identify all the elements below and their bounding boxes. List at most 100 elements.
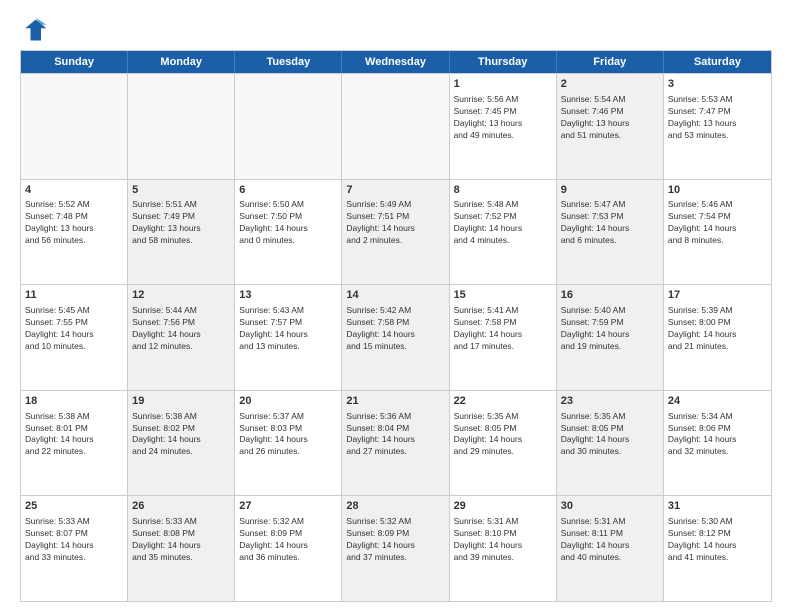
day-info: Sunrise: 5:44 AM Sunset: 7:56 PM Dayligh… (132, 305, 230, 353)
day-info: Sunrise: 5:32 AM Sunset: 8:09 PM Dayligh… (239, 516, 337, 564)
calendar-cell-21: 21 Sunrise: 5:36 AM Sunset: 8:04 PM Dayli… (342, 391, 449, 496)
calendar-header: SundayMondayTuesdayWednesdayThursdayFrid… (21, 51, 771, 73)
day-info: Sunrise: 5:49 AM Sunset: 7:51 PM Dayligh… (346, 199, 444, 247)
calendar-cell-24: 24 Sunrise: 5:34 AM Sunset: 8:06 PM Dayli… (664, 391, 771, 496)
calendar-cell-11: 11 Sunrise: 5:45 AM Sunset: 7:55 PM Dayli… (21, 285, 128, 390)
day-number: 10 (668, 183, 767, 198)
calendar-cell-30: 30 Sunrise: 5:31 AM Sunset: 8:11 PM Dayli… (557, 496, 664, 601)
day-number: 28 (346, 499, 444, 514)
day-number: 1 (454, 77, 552, 92)
calendar-cell-7: 7Sunrise: 5:49 AM Sunset: 7:51 PM Daylig… (342, 180, 449, 285)
day-number: 26 (132, 499, 230, 514)
day-info: Sunrise: 5:56 AM Sunset: 7:45 PM Dayligh… (454, 94, 552, 142)
calendar-cell-1: 1 Sunrise: 5:56 AM Sunset: 7:45 PM Daylig… (450, 74, 557, 179)
calendar-cell-empty-0-3 (342, 74, 449, 179)
weekday-header-friday: Friday (557, 51, 664, 73)
day-info: Sunrise: 5:53 AM Sunset: 7:47 PM Dayligh… (668, 94, 767, 142)
weekday-header-saturday: Saturday (664, 51, 771, 73)
day-info: Sunrise: 5:54 AM Sunset: 7:46 PM Dayligh… (561, 94, 659, 142)
day-number: 8 (454, 183, 552, 198)
day-info: Sunrise: 5:37 AM Sunset: 8:03 PM Dayligh… (239, 411, 337, 459)
calendar-row-2: 11 Sunrise: 5:45 AM Sunset: 7:55 PM Dayli… (21, 284, 771, 390)
day-number: 18 (25, 394, 123, 409)
day-number: 12 (132, 288, 230, 303)
calendar-cell-8: 8Sunrise: 5:48 AM Sunset: 7:52 PM Daylig… (450, 180, 557, 285)
calendar-cell-empty-0-2 (235, 74, 342, 179)
day-number: 25 (25, 499, 123, 514)
logo (20, 16, 52, 44)
day-info: Sunrise: 5:40 AM Sunset: 7:59 PM Dayligh… (561, 305, 659, 353)
calendar-cell-28: 28Sunrise: 5:32 AM Sunset: 8:09 PM Dayli… (342, 496, 449, 601)
day-number: 23 (561, 394, 659, 409)
day-info: Sunrise: 5:50 AM Sunset: 7:50 PM Dayligh… (239, 199, 337, 247)
calendar-cell-12: 12 Sunrise: 5:44 AM Sunset: 7:56 PM Dayli… (128, 285, 235, 390)
calendar-cell-22: 22 Sunrise: 5:35 AM Sunset: 8:05 PM Dayli… (450, 391, 557, 496)
day-number: 22 (454, 394, 552, 409)
day-number: 19 (132, 394, 230, 409)
day-number: 29 (454, 499, 552, 514)
calendar-cell-18: 18 Sunrise: 5:38 AM Sunset: 8:01 PM Dayli… (21, 391, 128, 496)
calendar-cell-6: 6Sunrise: 5:50 AM Sunset: 7:50 PM Daylig… (235, 180, 342, 285)
day-info: Sunrise: 5:39 AM Sunset: 8:00 PM Dayligh… (668, 305, 767, 353)
day-info: Sunrise: 5:33 AM Sunset: 8:08 PM Dayligh… (132, 516, 230, 564)
calendar-cell-14: 14 Sunrise: 5:42 AM Sunset: 7:58 PM Dayli… (342, 285, 449, 390)
day-number: 30 (561, 499, 659, 514)
calendar-cell-27: 27 Sunrise: 5:32 AM Sunset: 8:09 PM Dayli… (235, 496, 342, 601)
day-info: Sunrise: 5:38 AM Sunset: 8:01 PM Dayligh… (25, 411, 123, 459)
day-number: 6 (239, 183, 337, 198)
day-info: Sunrise: 5:42 AM Sunset: 7:58 PM Dayligh… (346, 305, 444, 353)
calendar-cell-23: 23Sunrise: 5:35 AM Sunset: 8:05 PM Dayli… (557, 391, 664, 496)
calendar-cell-16: 16 Sunrise: 5:40 AM Sunset: 7:59 PM Dayli… (557, 285, 664, 390)
day-number: 20 (239, 394, 337, 409)
day-info: Sunrise: 5:43 AM Sunset: 7:57 PM Dayligh… (239, 305, 337, 353)
calendar-cell-empty-0-1 (128, 74, 235, 179)
day-info: Sunrise: 5:51 AM Sunset: 7:49 PM Dayligh… (132, 199, 230, 247)
day-number: 21 (346, 394, 444, 409)
day-info: Sunrise: 5:34 AM Sunset: 8:06 PM Dayligh… (668, 411, 767, 459)
weekday-header-wednesday: Wednesday (342, 51, 449, 73)
day-number: 7 (346, 183, 444, 198)
day-info: Sunrise: 5:46 AM Sunset: 7:54 PM Dayligh… (668, 199, 767, 247)
day-info: Sunrise: 5:45 AM Sunset: 7:55 PM Dayligh… (25, 305, 123, 353)
weekday-header-tuesday: Tuesday (235, 51, 342, 73)
calendar-cell-17: 17Sunrise: 5:39 AM Sunset: 8:00 PM Dayli… (664, 285, 771, 390)
day-info: Sunrise: 5:35 AM Sunset: 8:05 PM Dayligh… (454, 411, 552, 459)
day-info: Sunrise: 5:41 AM Sunset: 7:58 PM Dayligh… (454, 305, 552, 353)
day-number: 2 (561, 77, 659, 92)
day-info: Sunrise: 5:47 AM Sunset: 7:53 PM Dayligh… (561, 199, 659, 247)
calendar-row-1: 4Sunrise: 5:52 AM Sunset: 7:48 PM Daylig… (21, 179, 771, 285)
calendar-cell-29: 29 Sunrise: 5:31 AM Sunset: 8:10 PM Dayli… (450, 496, 557, 601)
calendar-row-3: 18 Sunrise: 5:38 AM Sunset: 8:01 PM Dayli… (21, 390, 771, 496)
weekday-header-thursday: Thursday (450, 51, 557, 73)
calendar-cell-25: 25 Sunrise: 5:33 AM Sunset: 8:07 PM Dayli… (21, 496, 128, 601)
calendar-cell-4: 4Sunrise: 5:52 AM Sunset: 7:48 PM Daylig… (21, 180, 128, 285)
day-info: Sunrise: 5:33 AM Sunset: 8:07 PM Dayligh… (25, 516, 123, 564)
day-number: 4 (25, 183, 123, 198)
day-info: Sunrise: 5:31 AM Sunset: 8:10 PM Dayligh… (454, 516, 552, 564)
day-number: 27 (239, 499, 337, 514)
weekday-header-sunday: Sunday (21, 51, 128, 73)
calendar: SundayMondayTuesdayWednesdayThursdayFrid… (20, 50, 772, 602)
day-number: 24 (668, 394, 767, 409)
day-number: 14 (346, 288, 444, 303)
day-info: Sunrise: 5:36 AM Sunset: 8:04 PM Dayligh… (346, 411, 444, 459)
calendar-cell-15: 15Sunrise: 5:41 AM Sunset: 7:58 PM Dayli… (450, 285, 557, 390)
calendar-cell-empty-0-0 (21, 74, 128, 179)
calendar-cell-10: 10Sunrise: 5:46 AM Sunset: 7:54 PM Dayli… (664, 180, 771, 285)
header (20, 16, 772, 44)
day-number: 11 (25, 288, 123, 303)
day-info: Sunrise: 5:52 AM Sunset: 7:48 PM Dayligh… (25, 199, 123, 247)
day-info: Sunrise: 5:31 AM Sunset: 8:11 PM Dayligh… (561, 516, 659, 564)
calendar-body: 1 Sunrise: 5:56 AM Sunset: 7:45 PM Daylig… (21, 73, 771, 601)
day-number: 13 (239, 288, 337, 303)
day-number: 5 (132, 183, 230, 198)
weekday-header-monday: Monday (128, 51, 235, 73)
calendar-cell-26: 26 Sunrise: 5:33 AM Sunset: 8:08 PM Dayli… (128, 496, 235, 601)
day-number: 31 (668, 499, 767, 514)
calendar-cell-19: 19Sunrise: 5:38 AM Sunset: 8:02 PM Dayli… (128, 391, 235, 496)
calendar-row-4: 25 Sunrise: 5:33 AM Sunset: 8:07 PM Dayli… (21, 495, 771, 601)
page: SundayMondayTuesdayWednesdayThursdayFrid… (0, 0, 792, 612)
day-info: Sunrise: 5:48 AM Sunset: 7:52 PM Dayligh… (454, 199, 552, 247)
calendar-cell-20: 20 Sunrise: 5:37 AM Sunset: 8:03 PM Dayli… (235, 391, 342, 496)
day-number: 16 (561, 288, 659, 303)
